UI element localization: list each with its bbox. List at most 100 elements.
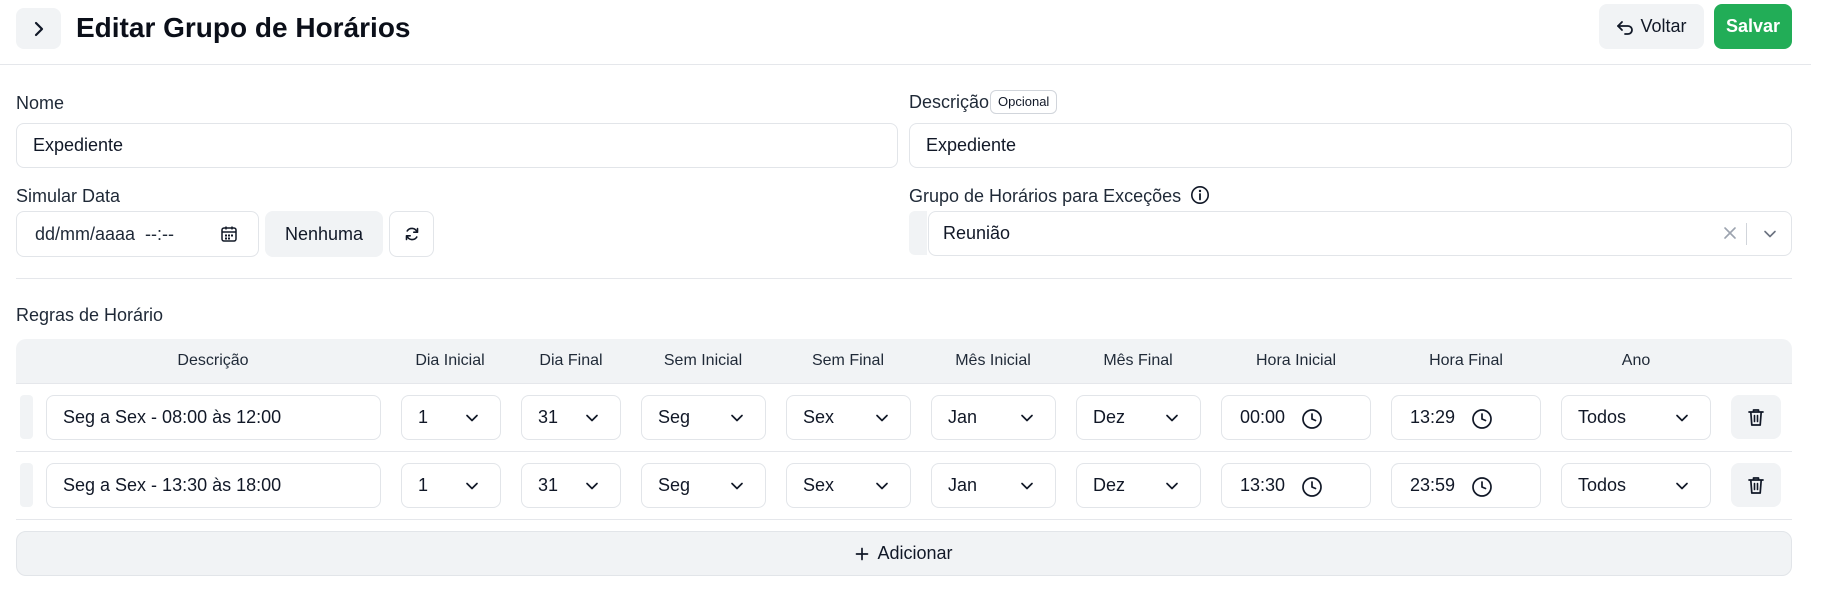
nenhuma-button[interactable]: Nenhuma [265,211,383,257]
time-value: 00:00 [1240,407,1286,427]
row-divider [16,451,1792,452]
row-ano-select[interactable]: Todos [1561,395,1711,440]
select-value: Seg [658,475,691,495]
page-title: Editar Grupo de Horários [76,12,411,43]
optional-badge: Opcional [990,90,1058,114]
row-dia-inicial-select[interactable]: 1 [401,463,501,508]
refresh-icon [405,227,418,241]
clear-icon[interactable] [1721,224,1739,242]
row-mes-final-select[interactable]: Dez [1076,463,1201,508]
select-value: 1 [418,407,429,427]
row-hora-inicial-input[interactable]: 00:00 [1221,395,1371,440]
row-descricao-input[interactable]: Seg a Sex - 08:00 às 12:00 [46,395,381,440]
select-value: Dez [1093,407,1126,427]
sidebar-toggle-button[interactable] [16,8,61,49]
excecoes-label: Grupo de Horários para Exceções [909,185,1210,207]
page-header: Editar Grupo de Horários Voltar Salvar [0,0,1823,65]
clock-icon[interactable] [1471,476,1493,498]
page-scrollbar[interactable] [1811,0,1823,591]
column-header-dia-inicial: Dia Inicial [415,352,485,369]
select-value: Jan [948,407,978,427]
column-header-ano: Ano [1621,352,1651,369]
row-mes-final-select[interactable]: Dez [1076,395,1201,440]
select-side-handle [909,211,927,255]
drag-handle[interactable] [20,463,33,507]
nome-label: Nome [16,93,65,113]
drag-handle[interactable] [20,395,33,439]
chevron-down-icon [731,482,743,490]
chevron-down-icon [876,482,888,490]
column-header-hora-inicial: Hora Inicial [1255,352,1337,369]
delete-row-button[interactable] [1731,395,1781,439]
row-sem-inicial-select[interactable]: Seg [641,395,766,440]
descricao-input[interactable]: Expediente [909,123,1792,168]
select-value: Dez [1093,475,1126,495]
time-value: 13:29 [1410,407,1456,427]
row-divider [16,519,1792,520]
clock-icon[interactable] [1301,408,1323,430]
chevron-down-icon [731,414,743,422]
refresh-button[interactable] [389,211,434,257]
chevron-down-icon [586,414,598,422]
simular-data-input[interactable]: dd/mm/aaaa --:-- [16,211,259,257]
chevron-down-icon [1676,414,1688,422]
select-value: Todos [1578,407,1627,427]
row-descricao-input[interactable]: Seg a Sex - 13:30 às 18:00 [46,463,381,508]
select-value: 1 [418,475,429,495]
chevron-down-icon[interactable] [1761,225,1779,243]
calendar-icon[interactable] [220,225,238,243]
salvar-button[interactable]: Salvar [1714,4,1792,49]
chevron-down-icon [466,482,478,490]
clock-icon[interactable] [1301,476,1323,498]
trash-icon [1748,409,1764,426]
row-hora-inicial-input[interactable]: 13:30 [1221,463,1371,508]
row-dia-final-select[interactable]: 31 [521,395,621,440]
voltar-label: Voltar [1640,16,1687,36]
voltar-button[interactable]: Voltar [1599,4,1704,49]
select-value: Seg [658,407,691,427]
column-header-sem-inicial: Sem Inicial [663,352,743,369]
clock-icon[interactable] [1471,408,1493,430]
row-sem-inicial-select[interactable]: Seg [641,463,766,508]
regras-title: Regras de Horário [16,305,164,325]
delete-row-button[interactable] [1731,463,1781,507]
row-mes-inicial-select[interactable]: Jan [931,395,1056,440]
simular-data-label: Simular Data [16,186,121,206]
select-value: 31 [538,475,559,495]
excecoes-label-text: Grupo de Horários para Exceções [909,186,1182,206]
row-dia-final-select[interactable]: 31 [521,463,621,508]
row-sem-final-select[interactable]: Sex [786,395,911,440]
select-value: Sex [803,475,835,495]
chevron-down-icon [586,482,598,490]
undo-icon [1617,20,1634,35]
nome-input[interactable]: Expediente [16,123,898,168]
chevron-down-icon [1021,414,1033,422]
select-value: Sex [803,407,835,427]
chevron-down-icon [876,414,888,422]
excecoes-select[interactable]: Reunião [928,211,1792,256]
row-hora-final-input[interactable]: 23:59 [1391,463,1541,508]
info-icon[interactable] [1190,185,1210,205]
row-ano-select[interactable]: Todos [1561,463,1711,508]
date-placeholder: dd/mm/aaaa --:-- [35,223,175,244]
time-value: 23:59 [1410,475,1456,495]
add-rule-button[interactable]: Adicionar [16,531,1792,576]
row-dia-inicial-select[interactable]: 1 [401,395,501,440]
select-value: Jan [948,475,978,495]
select-value: 31 [538,407,559,427]
time-value: 13:30 [1240,475,1286,495]
chevron-down-icon [1166,482,1178,490]
column-header-sem-final: Sem Final [811,352,885,369]
row-sem-final-select[interactable]: Sex [786,463,911,508]
trash-icon [1748,477,1764,494]
section-divider [16,278,1792,279]
chevron-right-icon [34,21,43,36]
column-header-descricao: Descrição [177,352,249,369]
chevron-down-icon [1021,482,1033,490]
excecoes-selected-value: Reunião [943,223,1011,243]
chevron-down-icon [1676,482,1688,490]
chevron-down-icon [466,414,478,422]
row-mes-inicial-select[interactable]: Jan [931,463,1056,508]
column-header-mes-final: Mês Final [1103,352,1173,369]
row-hora-final-input[interactable]: 13:29 [1391,395,1541,440]
